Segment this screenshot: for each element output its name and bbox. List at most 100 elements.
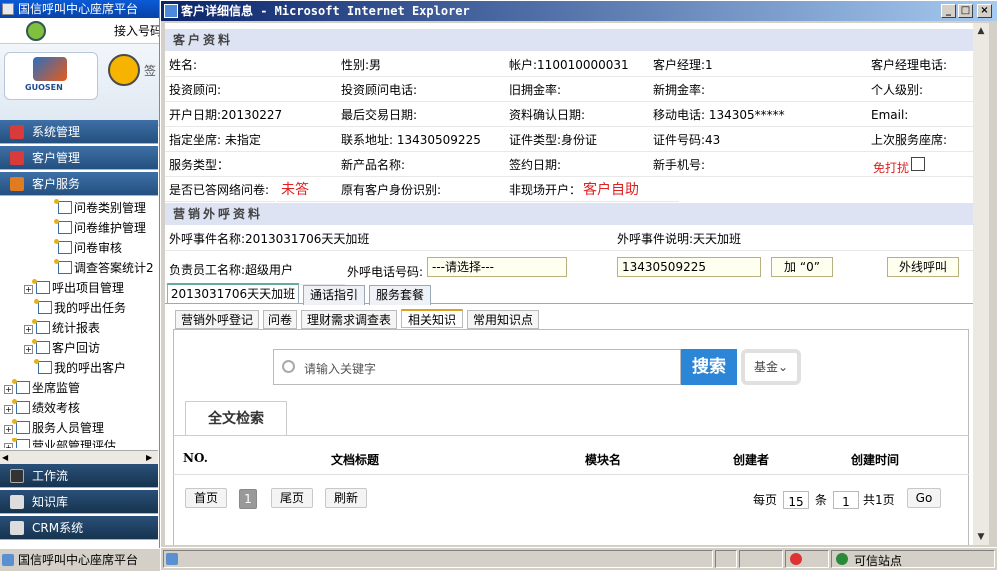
category-dropdown[interactable]: 基金⌄ [741,349,801,385]
status-zone: 可信站点 [831,550,995,568]
customer-field-r0-c3: 客户经理:1 [649,53,867,77]
tree-item-outbound-projects[interactable]: + 呼出项目管理 [24,279,124,296]
trusted-zone-icon [836,553,848,565]
security-icon [790,553,802,565]
folder-icon [12,438,30,448]
customer-field-r0-c1: 性别:男 [337,53,505,77]
subtab-related-knowledge[interactable]: 相关知识 [401,309,463,328]
status-main [163,550,713,568]
vertical-scrollbar[interactable]: ▲ ▼ [973,23,989,545]
customer-field-r3-c1: 联系地址: 13430509225 [337,128,505,152]
scroll-left-icon[interactable]: ◀ [2,452,12,463]
ie-statusbar: 可信站点 [161,547,997,570]
window-titlebar[interactable]: 客户详细信息 - Microsoft Internet Explorer _ □… [161,1,997,21]
customer-field-r2-c2: 资料确认日期: [505,103,649,127]
customer-field-r1-c4: 个人级别: [867,78,973,102]
tab-call-guide[interactable]: 通话指引 [303,285,365,305]
scroll-down-icon[interactable]: ▼ [973,529,989,545]
page-icon [54,199,72,214]
tree-item-seat-monitor[interactable]: + 坐席监管 [4,379,80,396]
tree-item-staff-management[interactable]: + 服务人员管理 [4,419,104,436]
subtab-finance-survey[interactable]: 理财需求调查表 [301,310,397,329]
tree-item-callback[interactable]: + 客户回访 [24,339,100,356]
menu-knowledge-base[interactable]: 知识库 [0,490,158,514]
background-app-title: 国信呼叫中心座席平台 [0,0,159,18]
customer-field-r4-c1: 新产品名称: [337,153,505,177]
customer-field-r4-c2: 签约日期: [505,153,649,177]
zone-label: 可信站点 [854,554,903,568]
per-page-unit: 条 [815,493,828,507]
tree-item-reports[interactable]: + 统计报表 [24,319,100,336]
page-icon [54,239,72,254]
subtab-questionnaire[interactable]: 问卷 [263,310,297,329]
tree-item-performance[interactable]: + 绩效考核 [4,399,80,416]
current-page[interactable]: 1 [239,489,257,509]
page-number-input[interactable]: 1 [833,491,859,509]
subtab-registration[interactable]: 营销外呼登记 [175,310,259,329]
menu-customer-service[interactable]: 客户服务 [0,172,158,196]
signin-icon[interactable] [108,54,140,86]
menu-customer-management[interactable]: 客户管理 [0,146,158,170]
customer-field-r1-c2: 旧拥金率: [505,78,649,102]
search-input[interactable]: 请输入关键字 [304,360,376,377]
search-button[interactable]: 搜索 [681,349,737,385]
close-button[interactable]: × [977,4,992,18]
customer-field-r3-c3: 证件号码:43 [649,128,867,152]
per-page-input[interactable]: 15 [783,491,809,509]
background-status-text: 国信呼叫中心座席平台 [18,553,139,567]
search-box[interactable]: 请输入关键字 [273,349,681,385]
tree-item-questionnaire-review[interactable]: 问卷审核 [54,239,122,256]
tab-service-package[interactable]: 服务套餐 [369,285,431,305]
tab-event[interactable]: 2013031706天天加班 [167,283,299,303]
tree-item-survey-stats[interactable]: 调查答案统计2 [54,259,154,276]
tree-item-my-tasks[interactable]: 我的呼出任务 [34,299,126,316]
tree-item-questionnaire-maintenance[interactable]: 问卷维护管理 [54,219,146,236]
menu-crm[interactable]: CRM系统 [0,516,158,540]
expand-icon: + [4,385,13,394]
dial-outside-button[interactable]: 外线呼叫 [887,257,959,277]
tree-item-questionnaire-category[interactable]: 问卷类别管理 [54,199,146,216]
folder-icon [12,399,30,414]
no-disturb-checkbox[interactable] [911,157,925,171]
last-page-button[interactable]: 尾页 [271,488,313,508]
customer-field-r0-c0: 姓名: [165,53,337,77]
scroll-up-icon[interactable]: ▲ [973,23,989,39]
tab-fulltext-search[interactable]: 全文检索 [185,401,287,435]
subtab-common-knowledge[interactable]: 常用知识点 [467,310,539,329]
column-module: 模块名 [585,453,622,467]
menu-system-management[interactable]: 系统管理 [0,120,158,144]
minimize-button[interactable]: _ [941,4,956,18]
background-app: 国信呼叫中心座席平台 接入号码 GUOSEN 签 系统管理 客户管理 客户服务 … [0,0,160,571]
column-created-time: 创建时间 [851,453,900,467]
chevron-down-icon: ⌄ [777,360,789,374]
add-zero-button[interactable]: 加 “0” [771,257,833,277]
total-pages-label: 共1页 [863,493,895,507]
results-table-header: NO. 文档标题 模块名 创建者 创建时间 [173,443,969,475]
phone-select[interactable]: ---请选择--- [427,257,567,277]
menu-workflow[interactable]: 工作流 [0,464,158,488]
lightbulb-icon[interactable] [26,21,46,41]
scroll-right-icon[interactable]: ▶ [146,452,156,463]
customer-field-r4-c3: 新手机号: [649,153,867,177]
tree-item-my-customers[interactable]: 我的呼出客户 [34,359,126,376]
maximize-button[interactable]: □ [958,4,973,18]
customer-field-r0-c2: 帐户:110010000031 [505,53,649,77]
page-loaded-icon [166,553,178,565]
identity-label: 原有客户身份识别: [337,178,505,202]
go-button[interactable]: Go [907,488,941,508]
page-content: 客户资料 姓名: 性别:男 帐户:110010000031 客户经理:1 客户经理电话:… [165,23,973,545]
survey-value: 未答 [277,178,337,202]
tree-item-branch-evaluation[interactable]: + 营业部管理评估 [4,438,116,448]
customer-field-r2-c3: 移动电话: 134305***** [649,103,867,127]
first-page-button[interactable]: 首页 [185,488,227,508]
access-number-label: 接入号码 [114,24,160,38]
folder-icon [12,379,30,394]
app-icon [2,3,14,15]
refresh-button[interactable]: 刷新 [325,488,367,508]
customer-field-r0-c4: 客户经理电话: [867,53,973,77]
column-title: 文档标题 [331,453,380,467]
horizontal-scrollbar[interactable]: ◀ ▶ [0,450,158,464]
phone-number-input[interactable]: 13430509225 [617,257,761,277]
customer-field-r3-c2: 证件类型:身份证 [505,128,649,152]
expand-icon: + [4,405,13,414]
